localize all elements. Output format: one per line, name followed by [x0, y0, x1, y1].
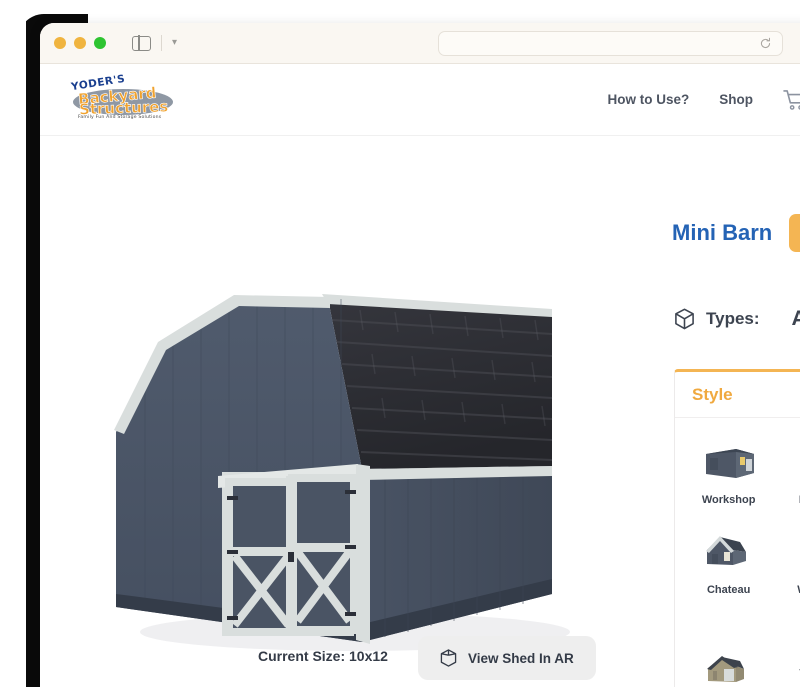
site-header: YODER'S Backyard Structures Family Fun A… — [40, 64, 800, 136]
style-panel-header: Style — [675, 372, 800, 418]
types-selected-value[interactable]: All Types — [792, 307, 800, 331]
chevron-down-icon[interactable]: ▾ — [172, 38, 177, 48]
browser-titlebar: ▾ — [40, 23, 800, 64]
style-option-chateau[interactable]: Chateau — [681, 522, 776, 636]
viewer-bottom-bar: Current Size: 10x12 View Shed In AR — [40, 625, 640, 687]
style-thumb — [698, 647, 760, 687]
sidebar-toggle-icon[interactable] — [132, 34, 151, 52]
product-header-row: Mini Barn REQUEST A QUOTE — [672, 214, 800, 252]
page-title: Mini Barn — [672, 220, 773, 245]
close-window-button[interactable] — [54, 37, 66, 49]
current-size-label: Current Size: 10x12 — [258, 648, 388, 664]
workshop-icon — [705, 449, 754, 478]
types-label: Types: — [706, 309, 760, 328]
style-thumb — [793, 438, 800, 486]
nav-item-shop[interactable]: Shop — [719, 92, 753, 107]
cube-icon — [675, 308, 694, 330]
style-panel-title: Style — [692, 385, 733, 404]
website-viewport: YODER'S Backyard Structures Family Fun A… — [40, 64, 800, 687]
minimize-window-button[interactable] — [74, 37, 86, 49]
view-shed-in-ar-button[interactable]: View Shed In AR — [418, 636, 596, 680]
chateau-icon — [705, 535, 746, 565]
main-navigation: How to Use? Shop — [607, 89, 800, 111]
request-quote-button[interactable]: REQUEST A QUOTE — [789, 214, 800, 252]
style-thumb — [793, 528, 800, 576]
toolbar-divider — [161, 35, 162, 51]
address-bar[interactable] — [438, 31, 783, 56]
style-panel: Style Workshop Chateau — [674, 369, 800, 687]
sidebar-toggle-group: ▾ — [132, 34, 177, 52]
nav-item-how-to-use[interactable]: How to Use? — [607, 92, 689, 107]
shed-illustration — [114, 294, 570, 651]
browser-window: ▾ YODER'S Backyard Structures Family Fun… — [40, 23, 800, 687]
style-options-grid: Workshop Chateau — [675, 418, 800, 687]
style-option-label: Workshop — [701, 494, 756, 506]
style-option-workshop[interactable]: Workshop — [681, 432, 776, 516]
traffic-lights — [54, 37, 106, 49]
style-option-label: Chateau — [706, 583, 751, 596]
style-thumb — [698, 528, 760, 576]
maximize-window-button[interactable] — [94, 37, 106, 49]
bezel-mask — [0, 0, 26, 687]
mini-barn-icon — [795, 440, 800, 484]
logo-tagline: Family Fun And Storage Solutions — [78, 114, 162, 120]
ar-button-label: View Shed In AR — [468, 650, 574, 666]
style-option-workshop-garage[interactable]: Workshop Garage — [776, 522, 800, 636]
style-thumb — [698, 438, 760, 486]
double-wide-garage-icon — [798, 669, 800, 683]
garage-icon — [706, 656, 744, 683]
style-option-double-wide-garage[interactable]: Double Wide Garage — [776, 641, 800, 687]
screenshot-root: ▾ YODER'S Backyard Structures Family Fun… — [0, 0, 800, 687]
style-thumb — [793, 647, 800, 687]
style-option-garage[interactable]: Garage — [681, 641, 776, 687]
workshop-garage-icon — [795, 530, 800, 574]
shed-viewer[interactable]: Current Size: 10x12 View Shed In AR — [40, 204, 640, 687]
types-selector-row[interactable]: Types: All Types — [674, 307, 800, 331]
ar-cube-icon — [440, 649, 457, 667]
shopping-cart-icon[interactable] — [783, 89, 800, 111]
shed-3d-render[interactable] — [100, 264, 600, 664]
style-option-label: Workshop Garage — [785, 583, 800, 613]
style-option-mini-barn[interactable]: Mini Barn — [776, 432, 800, 516]
reload-icon[interactable] — [759, 37, 772, 50]
site-logo[interactable]: YODER'S Backyard Structures Family Fun A… — [62, 72, 182, 128]
